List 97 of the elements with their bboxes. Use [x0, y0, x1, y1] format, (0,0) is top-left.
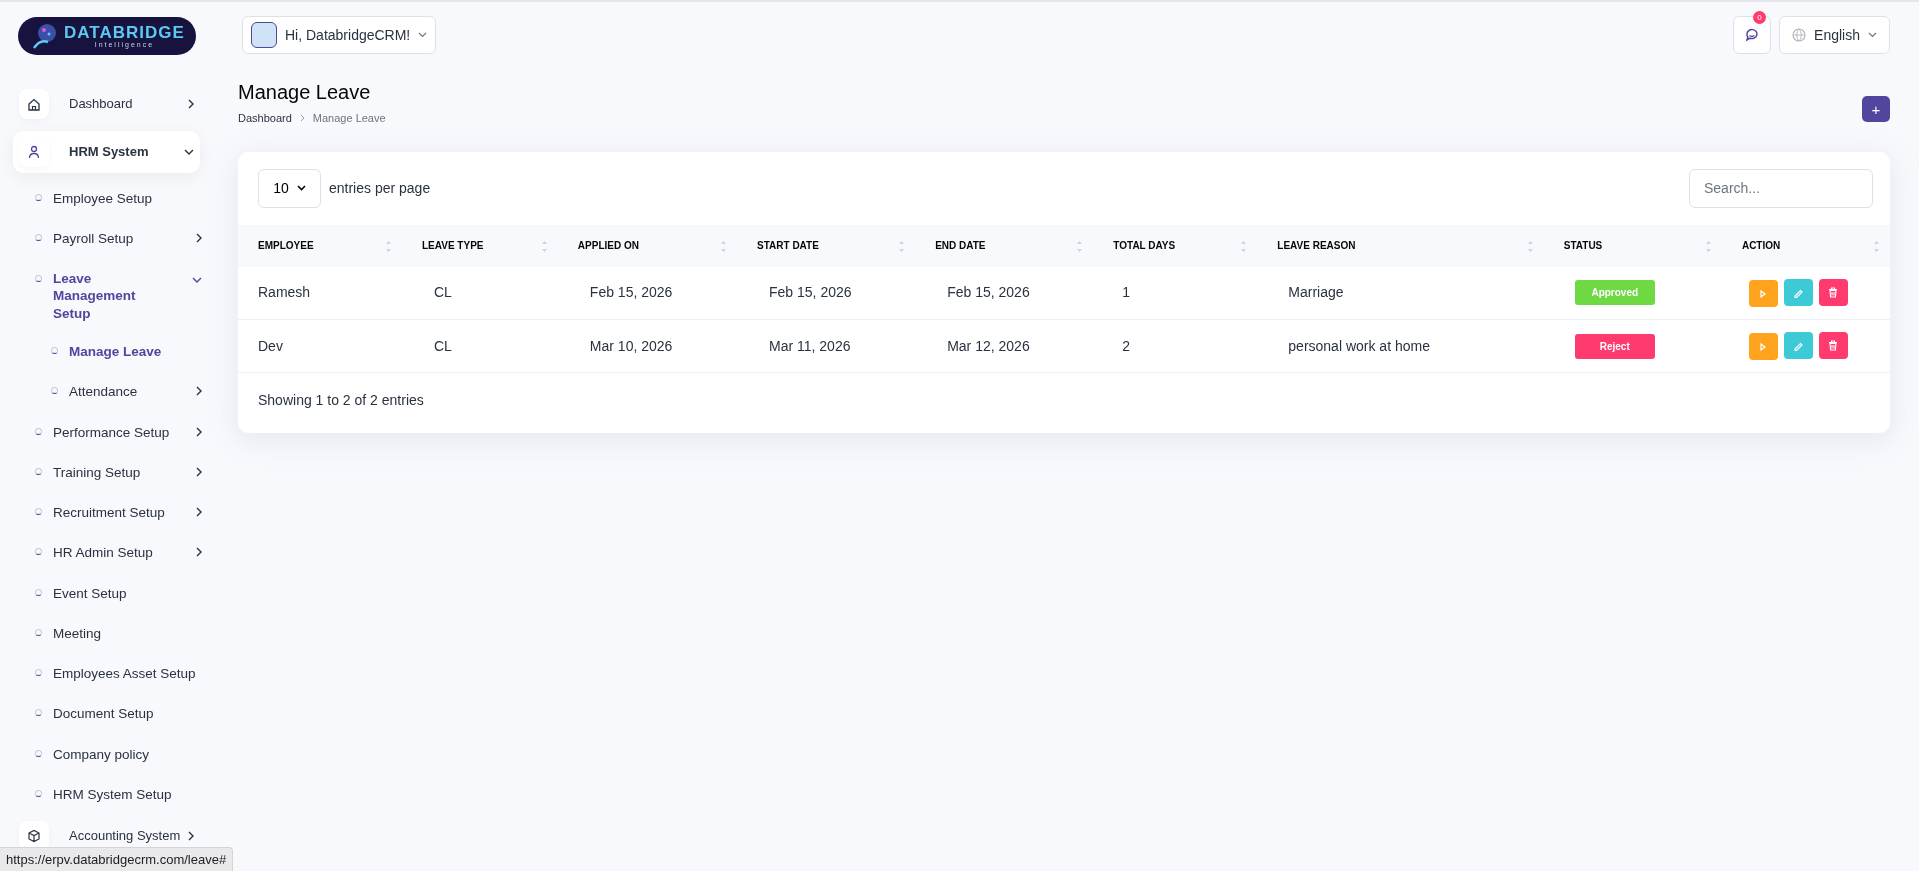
- sidebar-item[interactable]: Meeting: [35, 613, 202, 655]
- sidebar-item[interactable]: Dashboard: [13, 83, 200, 125]
- table-cell: personal work at home: [1257, 319, 1544, 373]
- table-cell: CL: [402, 319, 558, 373]
- chevron-right-icon: [188, 831, 194, 842]
- column-header[interactable]: TOTAL DAYS: [1093, 224, 1258, 267]
- entries-info: Showing 1 to 2 of 2 entries: [257, 391, 425, 410]
- chevron-right-icon: [196, 233, 202, 244]
- sidebar-item[interactable]: Attendance: [51, 372, 202, 413]
- table-cell: Mar 12, 2026: [915, 319, 1094, 373]
- sidebar-item[interactable]: Employee Setup: [35, 179, 202, 220]
- add-button[interactable]: +: [1862, 96, 1890, 122]
- column-header[interactable]: START DATE: [737, 224, 916, 267]
- column-header[interactable]: APPLIED ON: [557, 224, 737, 267]
- chevron-right-icon: [196, 426, 202, 437]
- table-cell: Feb 15, 2026: [737, 266, 916, 320]
- box-icon: [26, 828, 42, 845]
- chevron-down-icon: [1868, 32, 1877, 38]
- breadcrumb-item: Manage Leave: [312, 111, 386, 126]
- view-button[interactable]: [1748, 333, 1778, 361]
- column-header[interactable]: EMPLOYEE: [238, 224, 402, 267]
- sort-icon: [540, 239, 548, 253]
- column-header[interactable]: END DATE: [915, 224, 1094, 267]
- edit-button[interactable]: [1783, 332, 1813, 360]
- page-size-select[interactable]: 10: [258, 168, 321, 208]
- delete-button[interactable]: [1818, 331, 1848, 359]
- sidebar-item[interactable]: Event Setup: [35, 573, 202, 614]
- trash-icon: [1828, 286, 1839, 298]
- table-cell: Dev: [238, 319, 402, 373]
- user-icon: [26, 144, 42, 160]
- chevron-down-icon: [184, 149, 194, 155]
- sidebar-item[interactable]: Leave Management Setup: [35, 259, 202, 333]
- globe-figure-icon: [32, 22, 58, 50]
- page-size-label: entries per page: [329, 178, 431, 198]
- sidebar-item[interactable]: HR Admin Setup: [35, 533, 202, 574]
- pencil-icon: [1793, 340, 1804, 351]
- column-header[interactable]: LEAVE TYPE: [402, 224, 558, 267]
- chevron-right-icon: [196, 507, 202, 518]
- table-cell: Marriage: [1257, 266, 1544, 320]
- messages-button[interactable]: [1733, 16, 1772, 54]
- sort-icon: [385, 239, 392, 253]
- sort-icon: [1526, 239, 1534, 253]
- chevron-right-icon: [196, 386, 202, 397]
- avatar-icon: [251, 22, 277, 48]
- pencil-icon: [1793, 287, 1804, 298]
- chevron-down-icon: [418, 32, 428, 38]
- status-url-tooltip: https://erpv.databridgecrm.com/leave#: [0, 846, 234, 871]
- chevron-right-icon: [188, 99, 194, 109]
- sidebar-item[interactable]: Employees Asset Setup: [35, 654, 202, 695]
- globe-icon: [1792, 28, 1807, 42]
- sidebar-item[interactable]: Company policy: [35, 734, 202, 775]
- sort-icon: [1873, 239, 1880, 253]
- sidebar-item[interactable]: Training Setup: [35, 452, 202, 494]
- chevron-right-icon: [196, 466, 202, 477]
- sidebar-item[interactable]: Recruitment Setup: [35, 493, 202, 534]
- sidebar-item[interactable]: Document Setup: [35, 694, 202, 735]
- column-header[interactable]: ACTION: [1721, 224, 1890, 267]
- table-cell: Mar 11, 2026: [737, 319, 916, 373]
- sort-icon: [1704, 239, 1712, 253]
- edit-button[interactable]: [1783, 279, 1813, 306]
- sort-icon: [1240, 239, 1248, 253]
- sort-icon: [898, 239, 906, 253]
- table-cell: 2: [1093, 319, 1258, 373]
- page-title: Manage Leave: [238, 80, 372, 104]
- home-icon: [26, 96, 42, 112]
- play-icon: [1760, 342, 1767, 351]
- table-cell: Ramesh: [238, 266, 402, 320]
- sidebar-item[interactable]: HRM System Setup: [35, 774, 202, 816]
- sort-icon: [720, 239, 727, 253]
- table-cell: Feb 15, 2026: [557, 266, 737, 320]
- user-menu-button[interactable]: Hi, DatabridgeCRM!: [242, 16, 437, 54]
- logo-title: DATABRIDGE: [64, 24, 185, 41]
- table-cell: 1: [1093, 266, 1258, 320]
- status-badge: Approved: [1574, 280, 1655, 306]
- chevron-right-icon: [299, 114, 305, 123]
- sidebar-item[interactable]: Performance Setup: [35, 412, 202, 453]
- status-badge: Reject: [1574, 333, 1655, 359]
- column-header[interactable]: LEAVE REASON: [1257, 224, 1544, 267]
- view-button[interactable]: [1748, 280, 1778, 307]
- table-cell: Mar 10, 2026: [557, 319, 737, 373]
- play-icon: [1760, 289, 1767, 298]
- sort-icon: [1076, 239, 1084, 253]
- chevron-right-icon: [196, 547, 202, 558]
- sidebar-item[interactable]: HRM System: [13, 131, 200, 173]
- table-cell: Feb 15, 2026: [915, 266, 1094, 320]
- delete-button[interactable]: [1818, 278, 1848, 306]
- table-cell: CL: [402, 266, 558, 320]
- sidebar-item[interactable]: Manage Leave: [51, 332, 202, 373]
- chevron-down-icon: [192, 276, 202, 283]
- language-button[interactable]: English: [1779, 16, 1890, 54]
- search-field[interactable]: Search...: [1689, 168, 1873, 208]
- column-header[interactable]: STATUS: [1543, 224, 1722, 267]
- trash-icon: [1828, 339, 1839, 351]
- chevron-down-icon: [296, 185, 306, 191]
- breadcrumb-item[interactable]: Dashboard: [238, 110, 292, 127]
- chat-icon: [1744, 27, 1761, 43]
- sidebar-item[interactable]: Payroll Setup: [35, 219, 202, 260]
